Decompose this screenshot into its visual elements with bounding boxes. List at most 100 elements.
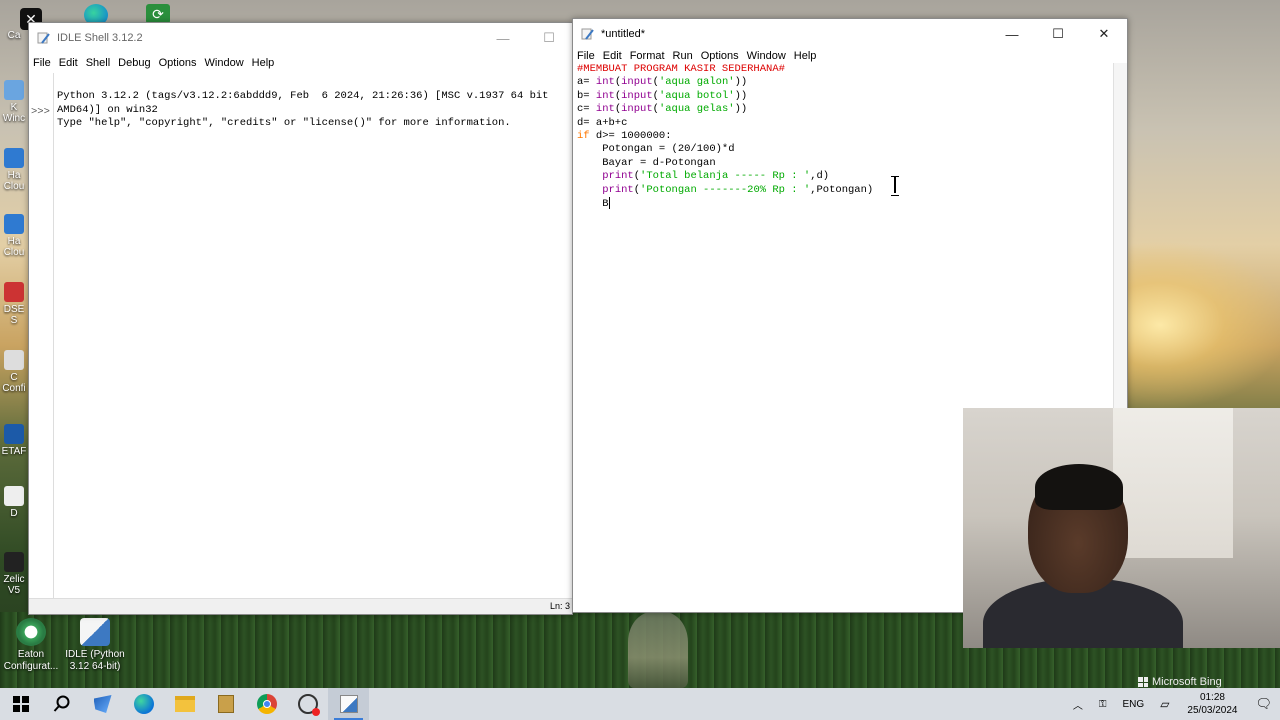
minimize-button[interactable]: — — [989, 19, 1035, 49]
desktop-icon-idle[interactable]: IDLE (Python 3.12 64-bit) — [60, 618, 130, 673]
desktop-icon-label: DSE S — [3, 304, 25, 326]
app-icon — [93, 695, 112, 713]
taskbar-edge[interactable] — [123, 688, 164, 720]
menu-run[interactable]: Run — [673, 50, 699, 62]
start-button[interactable] — [0, 688, 41, 720]
desktop-icon-6[interactable]: C Confi — [0, 350, 28, 394]
app-icon — [4, 552, 24, 572]
shell-statusbar: Ln: 3 — [29, 598, 572, 614]
desktop-icon-label: Ca — [7, 30, 21, 41]
menu-help[interactable]: Help — [252, 57, 281, 69]
battery-icon[interactable]: ⚿ — [1091, 699, 1115, 710]
folder-icon — [174, 696, 195, 712]
desktop-icon-label: Ha Clou — [3, 236, 25, 258]
menu-options[interactable]: Options — [701, 50, 745, 62]
python-feather-icon — [581, 28, 594, 40]
maximize-button[interactable]: ☐ — [1035, 19, 1081, 49]
webcam-background-window — [1113, 408, 1233, 558]
code-line[interactable]: print('Potongan -------20% Rp : ',Potong… — [577, 184, 873, 197]
shell-menubar: File Edit Shell Debug Options Window Hel… — [29, 53, 572, 73]
microsoft-logo-icon — [1138, 677, 1148, 687]
code-line[interactable]: a= int(input('aqua galon')) — [577, 76, 873, 89]
clock[interactable]: 01:28 25/03/2024 — [1177, 691, 1247, 717]
code-block[interactable]: #MEMBUAT PROGRAM KASIR SEDERHANA# a= int(… — [577, 63, 873, 211]
maximize-button[interactable]: ☐ — [526, 23, 572, 53]
recorder-icon — [297, 694, 320, 716]
shell-output-line: Type "help", "copyright", "credits" or "… — [57, 117, 511, 130]
window-title: IDLE Shell 3.12.2 — [57, 32, 143, 44]
code-line[interactable]: d= a+b+c — [577, 117, 873, 130]
minimize-button[interactable]: — — [480, 23, 526, 53]
text-caret — [608, 197, 610, 210]
code-line[interactable]: if d>= 1000000: — [577, 130, 873, 143]
idle-shell-window[interactable]: IDLE Shell 3.12.2 — ☐ File Edit Shell De… — [28, 22, 573, 615]
search-button[interactable] — [41, 688, 82, 720]
editor-titlebar[interactable]: *untitled* — ☐ ✕ — [573, 19, 1127, 49]
shell-output-line: AMD64)] on win32 — [57, 103, 158, 116]
menu-window[interactable]: Window — [205, 57, 250, 69]
taskbar-idle[interactable] — [328, 688, 369, 720]
menu-file[interactable]: File — [577, 50, 601, 62]
language-indicator[interactable]: ENG — [1115, 699, 1153, 710]
shell-text-area[interactable]: >>> Python 3.12.2 (tags/v3.12.2:6abddd9,… — [29, 73, 572, 600]
desktop-icon-label: D — [10, 508, 18, 519]
desktop-icon-5[interactable]: DSE S — [0, 282, 28, 326]
taskbar-file-explorer[interactable] — [164, 688, 205, 720]
desktop-icon-2[interactable]: K Winc — [0, 80, 28, 124]
desktop-icon-label: ETAF — [1, 446, 27, 457]
code-line[interactable]: B — [577, 197, 873, 211]
desktop-icon-4[interactable]: Ha Clou — [0, 214, 28, 258]
desktop-icon-label: IDLE (Python 3.12 64-bit) — [65, 649, 125, 672]
menu-help[interactable]: Help — [794, 50, 823, 62]
eaton-icon — [16, 618, 46, 646]
wallpaper-river — [628, 612, 688, 688]
windows-logo-icon — [12, 696, 29, 712]
text-cursor-ibeam-icon — [891, 176, 899, 196]
watermark-text: Microsoft Bing — [1152, 676, 1222, 688]
taskbar-app-2[interactable] — [205, 688, 246, 720]
line-indicator: Ln: 3 — [549, 601, 570, 611]
close-button[interactable]: ✕ — [1081, 19, 1127, 49]
taskbar-app-1[interactable] — [82, 688, 123, 720]
code-line[interactable]: #MEMBUAT PROGRAM KASIR SEDERHANA# — [577, 63, 873, 76]
taskbar-screen-recorder[interactable] — [287, 688, 328, 720]
menu-format[interactable]: Format — [630, 50, 671, 62]
menu-shell[interactable]: Shell — [86, 57, 116, 69]
desktop-icon-1[interactable]: Ca — [0, 30, 28, 41]
menu-edit[interactable]: Edit — [59, 57, 84, 69]
code-line[interactable]: print('Total belanja ----- Rp : ',d) — [577, 170, 873, 183]
code-line[interactable]: Bayar = d-Potongan — [577, 157, 873, 170]
desktop-icon-label: K Winc — [2, 102, 26, 124]
menu-window[interactable]: Window — [747, 50, 792, 62]
webcam-overlay — [963, 408, 1280, 648]
shell-titlebar[interactable]: IDLE Shell 3.12.2 — ☐ — [29, 23, 572, 53]
app-icon — [4, 424, 24, 444]
desktop-icon-label: Eaton Configurat... — [3, 649, 59, 672]
code-line[interactable]: Potongan = (20/100)*d — [577, 143, 873, 156]
menu-file[interactable]: File — [33, 57, 57, 69]
menu-debug[interactable]: Debug — [118, 57, 156, 69]
menu-options[interactable]: Options — [159, 57, 203, 69]
taskbar-chrome[interactable] — [246, 688, 287, 720]
shell-prompt: >>> — [31, 106, 50, 118]
network-icon[interactable]: ▱ — [1152, 697, 1177, 711]
desktop-icon-8[interactable]: D — [0, 486, 28, 519]
python-feather-icon — [37, 32, 50, 44]
code-line[interactable]: c= int(input('aqua gelas')) — [577, 103, 873, 116]
desktop-icon-label: C Confi — [2, 372, 26, 394]
notification-icon[interactable]: 🗨 — [1247, 696, 1280, 712]
refresh-app-icon[interactable]: ⟳ — [146, 4, 170, 24]
desktop-icon-9[interactable]: Zelic V5 — [0, 552, 28, 596]
clock-date: 25/03/2024 — [1187, 705, 1238, 716]
shell-output-line: Python 3.12.2 (tags/v3.12.2:6abddd9, Feb… — [57, 90, 549, 103]
desktop-icon-3[interactable]: Ha Clou — [0, 148, 28, 192]
app-icon — [4, 148, 24, 168]
desktop-icon-7[interactable]: ETAF — [0, 424, 28, 457]
desktop-icon-eaton[interactable]: Eaton Configurat... — [0, 618, 66, 673]
chrome-icon — [256, 694, 277, 714]
app-icon — [4, 80, 24, 100]
code-line[interactable]: b= int(input('aqua botol')) — [577, 90, 873, 103]
app-icon — [217, 695, 234, 713]
chevron-up-icon[interactable]: ︿ — [1065, 697, 1091, 712]
menu-edit[interactable]: Edit — [603, 50, 628, 62]
